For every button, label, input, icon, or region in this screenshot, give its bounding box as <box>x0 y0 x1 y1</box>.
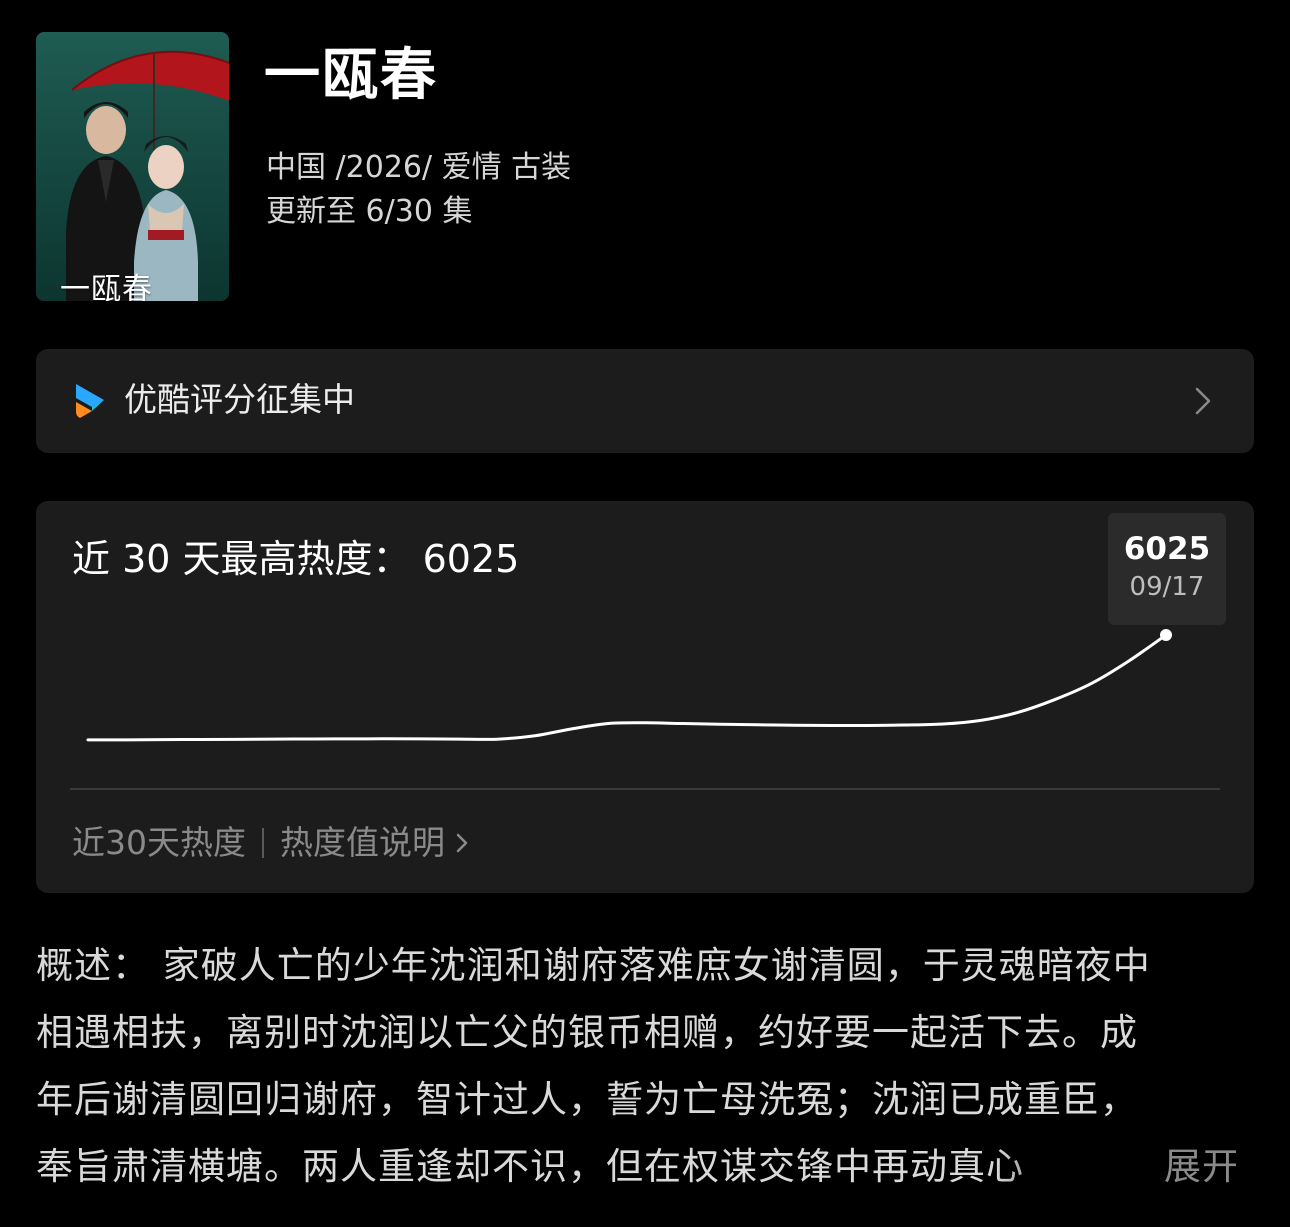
synopsis-line: 相遇相扶，离别时沈润以亡父的银币相赠，约好要一起活下去。成 <box>36 1011 1138 1054</box>
synopsis-line: 奉旨肃清横塘。两人重逢却不识，但在权谋交锋中再动真心 <box>36 1145 1024 1188</box>
synopsis-line: 概述： 家破人亡的少年沈润和谢府落难庶女谢清圆，于灵魂暗夜中 <box>36 944 1151 987</box>
poster-art <box>66 50 229 301</box>
show-meta-info: 中国 /2026/ 爱情 古装 <box>266 150 572 185</box>
chevron-right-icon <box>1195 387 1211 415</box>
peak-value: 6025 <box>1123 531 1211 567</box>
heat-trend-line <box>86 633 1168 742</box>
episode-status: 更新至 6/30 集 <box>266 194 473 229</box>
synopsis: 概述： 家破人亡的少年沈润和谢府落难庶女谢清圆，于灵魂暗夜中 相遇相扶，离别时沈… <box>36 932 1236 1200</box>
rating-label: 优酷评分征集中 <box>124 380 355 419</box>
poster-image[interactable]: 一瓯春 <box>36 32 229 301</box>
expand-button[interactable]: 展开 <box>1160 1133 1236 1200</box>
divider <box>262 828 264 858</box>
chevron-right-icon <box>456 833 468 853</box>
poster-title: 一瓯春 <box>60 272 153 301</box>
heat-explain-label: 热度值说明 <box>280 823 445 862</box>
synopsis-line: 年后谢清圆回归谢府，智计过人，誓为亡母洗冤；沈润已成重臣， <box>36 1078 1138 1121</box>
heat-card: 近 30 天最高热度： 6025 6025 09/17 近30天热度 热度值说明 <box>36 501 1254 893</box>
peak-date: 09/17 <box>1129 572 1205 602</box>
heat-peak-title: 近 30 天最高热度： 6025 <box>72 537 520 581</box>
synopsis-fade <box>996 1133 1136 1200</box>
heat-footer-label: 近30天热度 <box>72 823 246 862</box>
peak-point <box>1160 629 1172 641</box>
youku-logo-icon <box>76 384 104 418</box>
show-title: 一瓯春 <box>264 43 438 108</box>
peak-tooltip: 6025 09/17 <box>1108 513 1226 625</box>
heat-footer: 近30天热度 热度值说明 <box>72 821 469 865</box>
rating-collection-bar[interactable]: 优酷评分征集中 <box>36 349 1254 453</box>
heat-explain-link[interactable]: 热度值说明 <box>280 823 469 862</box>
synopsis-line-last: 奉旨肃清横塘。两人重逢却不识，但在权谋交锋中再动真心 展开 <box>36 1133 1236 1200</box>
